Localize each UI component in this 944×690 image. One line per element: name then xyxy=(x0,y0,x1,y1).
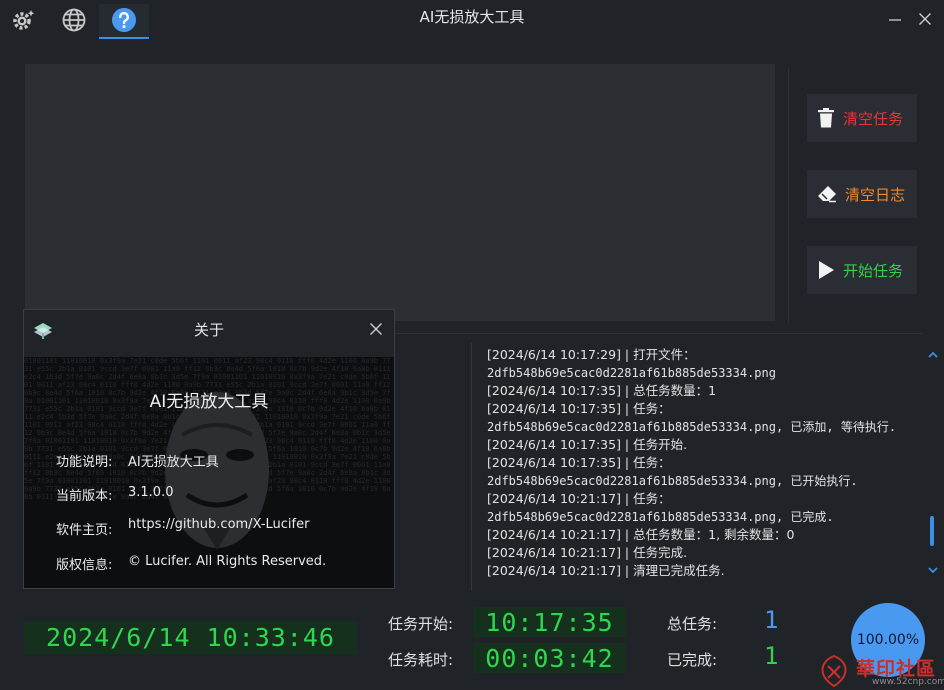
clear-tasks-label: 清空任务 xyxy=(843,109,904,128)
about-app-name: AI无损放大工具 xyxy=(149,392,269,412)
log-line: 2dfb548b69e5cac0d2281af61b885de53334.png… xyxy=(487,474,858,488)
about-field-value: 3.1.0.0 xyxy=(128,485,174,500)
homepage-link[interactable]: https://github.com/X-Lucifer xyxy=(128,517,309,532)
trash-icon xyxy=(818,108,834,128)
log-line: [2024/6/14 10:21:17] | 任务完成. xyxy=(487,545,688,560)
task-elapsed-label: 任务耗时: xyxy=(388,651,454,669)
divider xyxy=(788,68,789,323)
completed-tasks-value: 1 xyxy=(764,642,779,670)
log-line: [2024/6/14 10:17:35] | 任务： xyxy=(487,455,671,470)
about-dialog-title: 关于 xyxy=(193,321,224,339)
watermark-url: www.52cnp.com xyxy=(872,677,944,687)
log-line: [2024/6/14 10:17:35] | 任务： xyxy=(487,401,671,416)
eraser-icon xyxy=(818,186,836,203)
help-tab-indicator xyxy=(99,37,149,39)
watermark: 華印社區 www.52cnp.com xyxy=(812,652,944,690)
clear-log-label: 清空日志 xyxy=(845,185,906,204)
app-title: AI无损放大工具 xyxy=(419,8,525,26)
task-start-label: 任务开始: xyxy=(388,615,454,633)
start-task-label: 开始任务 xyxy=(843,261,904,280)
about-field-key: 当前版本: xyxy=(56,489,113,504)
log-line: [2024/6/14 10:17:29] | 打开文件： xyxy=(487,347,696,362)
watermark-logo-icon xyxy=(821,654,847,688)
log-line: [2024/6/14 10:21:17] | 总任务数量：1, 剩余数量：0 xyxy=(487,527,795,542)
clear-tasks-button[interactable]: 清空任务 xyxy=(807,94,917,142)
current-clock-display: 2024/6/14 10:33:46 xyxy=(24,621,357,654)
scroll-up-icon[interactable] xyxy=(927,349,939,361)
task-drop-area[interactable] xyxy=(25,64,775,321)
about-dialog-body: 01001101 11010010 0x3f9a 7e21 c0de 5b6f … xyxy=(24,357,394,588)
divider xyxy=(471,343,472,591)
log-line: 2dfb548b69e5cac0d2281af61b885de53334.png… xyxy=(487,510,834,524)
title-bar: AI无损放大工具 xyxy=(0,0,944,40)
task-elapsed-display: 00:03:42 xyxy=(473,643,626,673)
about-field-key: 功能说明: xyxy=(56,455,113,470)
completed-tasks-label: 已完成: xyxy=(667,651,718,669)
about-field-key: 版权信息: xyxy=(56,558,113,573)
about-field-value: AI无损放大工具 xyxy=(128,455,219,470)
log-scrollbar-thumb[interactable] xyxy=(930,516,934,546)
scroll-down-icon[interactable] xyxy=(927,564,939,576)
clear-log-button[interactable]: 清空日志 xyxy=(807,170,917,218)
progress-text: 100.00% xyxy=(856,632,920,648)
log-line: [2024/6/14 10:21:17] | 任务： xyxy=(487,491,671,506)
about-field-key: 软件主页: xyxy=(56,523,113,538)
log-panel: [2024/6/14 10:17:29] | 打开文件： 2dfb548b69e5… xyxy=(487,346,917,580)
log-line: [2024/6/14 10:17:35] | 总任务数量：1 xyxy=(487,383,717,398)
total-tasks-value: 1 xyxy=(764,606,779,634)
total-tasks-label: 总任务: xyxy=(667,615,718,633)
log-line: 2dfb548b69e5cac0d2281af61b885de53334.png… xyxy=(487,420,897,434)
play-icon xyxy=(819,261,834,279)
log-line: [2024/6/14 10:17:35] | 任务开始. xyxy=(487,437,688,452)
minimize-icon[interactable] xyxy=(884,8,906,30)
about-dialog-header: 关于 xyxy=(24,310,394,357)
close-icon[interactable] xyxy=(369,322,383,336)
log-line: 2dfb548b69e5cac0d2281af61b885de53334.png xyxy=(487,366,776,380)
start-task-button[interactable]: 开始任务 xyxy=(807,246,917,294)
about-dialog: 关于 01001101 11010010 0x3f9a 7e21 c0de 5b… xyxy=(24,310,394,588)
about-field-value: © Lucifer. All Rights Reserved. xyxy=(128,554,327,569)
task-start-display: 10:17:35 xyxy=(473,607,626,637)
close-icon[interactable] xyxy=(914,8,936,30)
log-line: [2024/6/14 10:21:17] | 清理已完成任务. xyxy=(487,563,725,578)
